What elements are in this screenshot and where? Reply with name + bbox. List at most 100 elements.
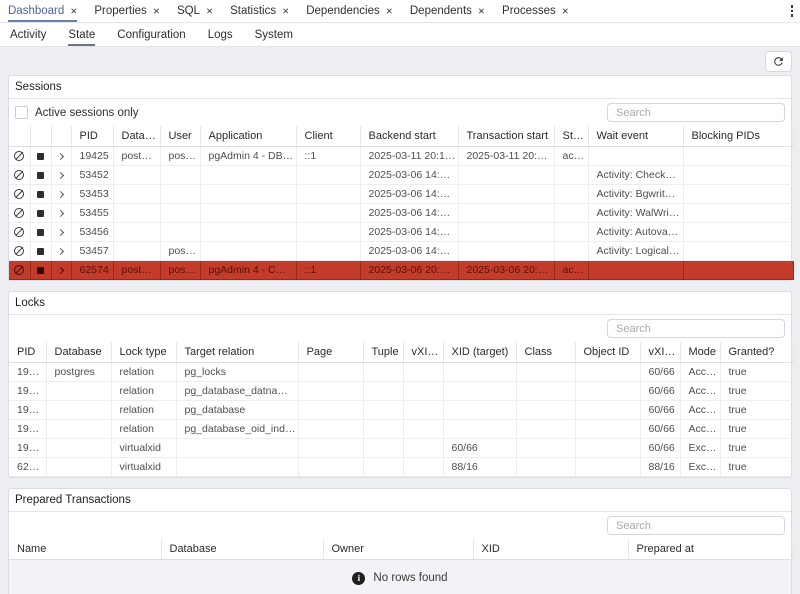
column-header[interactable] (9, 126, 30, 147)
close-icon[interactable]: ✕ (386, 6, 393, 16)
column-header[interactable]: vXID (t... (403, 342, 443, 363)
column-header[interactable]: Database (161, 539, 323, 560)
stop-session-icon[interactable] (37, 210, 44, 217)
stop-session-cell[interactable] (30, 185, 51, 204)
expand-row-icon[interactable] (56, 191, 63, 198)
expand-row-cell[interactable] (51, 185, 71, 204)
column-header[interactable]: Name (9, 539, 161, 560)
column-header[interactable]: Database (46, 342, 111, 363)
column-header[interactable]: Wait event (588, 126, 683, 147)
stop-session-cell[interactable] (30, 223, 51, 242)
column-header[interactable]: Backend start (360, 126, 458, 147)
subtab-system[interactable]: System (255, 23, 293, 46)
subtab-activity[interactable]: Activity (10, 23, 46, 46)
stop-session-icon[interactable] (37, 267, 44, 274)
cancel-session-icon[interactable] (14, 170, 24, 180)
column-header[interactable]: Prepared at (628, 539, 793, 560)
cancel-session-cell[interactable] (9, 223, 30, 242)
expand-row-cell[interactable] (51, 261, 71, 280)
column-header[interactable]: vXID (... (640, 342, 680, 363)
cell: 53457 (71, 242, 113, 261)
subtab-state[interactable]: State (68, 23, 95, 46)
cancel-session-icon[interactable] (14, 265, 24, 275)
column-header[interactable]: Page (298, 342, 363, 363)
tab-dashboard[interactable]: Dashboard ✕ (8, 0, 77, 22)
stop-session-cell[interactable] (30, 261, 51, 280)
column-header[interactable]: Granted? (720, 342, 793, 363)
active-sessions-checkbox[interactable] (15, 106, 28, 119)
expand-row-cell[interactable] (51, 204, 71, 223)
stop-session-icon[interactable] (37, 248, 44, 255)
stop-session-cell[interactable] (30, 204, 51, 223)
column-header[interactable]: Tuple (363, 342, 403, 363)
expand-row-icon[interactable] (56, 210, 63, 217)
column-header[interactable]: XID (473, 539, 628, 560)
column-header[interactable]: Database (113, 126, 160, 147)
kebab-menu-icon[interactable] (791, 5, 794, 17)
cancel-session-icon[interactable] (14, 189, 24, 199)
column-header[interactable] (30, 126, 51, 147)
expand-row-icon[interactable] (56, 267, 63, 274)
expand-row-cell[interactable] (51, 242, 71, 261)
close-icon[interactable]: ✕ (562, 6, 569, 16)
column-header[interactable]: Lock type (111, 342, 176, 363)
cancel-session-cell[interactable] (9, 185, 30, 204)
sessions-search-input[interactable] (607, 103, 785, 122)
expand-row-icon[interactable] (56, 153, 63, 160)
close-icon[interactable]: ✕ (153, 6, 160, 16)
prepared-search-input[interactable] (607, 516, 785, 535)
tab-sql[interactable]: SQL ✕ (177, 0, 213, 22)
column-header[interactable]: Transaction start (458, 126, 554, 147)
tab-dependents[interactable]: Dependents ✕ (410, 0, 485, 22)
expand-row-icon[interactable] (56, 172, 63, 179)
stop-session-icon[interactable] (37, 153, 44, 160)
column-header[interactable]: Application (200, 126, 296, 147)
expand-row-icon[interactable] (56, 229, 63, 236)
cancel-session-cell[interactable] (9, 242, 30, 261)
close-icon[interactable]: ✕ (70, 6, 77, 16)
close-icon[interactable]: ✕ (282, 6, 289, 16)
tab-processes[interactable]: Processes ✕ (502, 0, 569, 22)
cancel-session-cell[interactable] (9, 204, 30, 223)
column-header[interactable]: State (554, 126, 588, 147)
cancel-session-icon[interactable] (14, 227, 24, 237)
column-header[interactable]: PID (9, 342, 46, 363)
cancel-session-cell[interactable] (9, 166, 30, 185)
tab-properties[interactable]: Properties ✕ (94, 0, 160, 22)
column-header[interactable]: Blocking PIDs (683, 126, 793, 147)
cancel-session-cell[interactable] (9, 147, 30, 166)
close-icon[interactable]: ✕ (478, 6, 485, 16)
stop-session-cell[interactable] (30, 242, 51, 261)
column-header[interactable]: Owner (323, 539, 473, 560)
column-header[interactable]: XID (target) (443, 342, 516, 363)
expand-row-cell[interactable] (51, 147, 71, 166)
stop-session-cell[interactable] (30, 166, 51, 185)
cancel-session-icon[interactable] (14, 208, 24, 218)
cancel-session-cell[interactable] (9, 261, 30, 280)
column-header[interactable]: Target relation (176, 342, 298, 363)
expand-row-cell[interactable] (51, 223, 71, 242)
column-header[interactable]: Mode (680, 342, 720, 363)
subtab-configuration[interactable]: Configuration (117, 23, 185, 46)
tab-statistics[interactable]: Statistics ✕ (230, 0, 289, 22)
column-header[interactable]: Object ID (575, 342, 640, 363)
refresh-button[interactable] (765, 51, 792, 72)
locks-search-input[interactable] (607, 319, 785, 338)
stop-session-icon[interactable] (37, 191, 44, 198)
column-header[interactable] (51, 126, 71, 147)
cancel-session-icon[interactable] (14, 151, 24, 161)
column-header[interactable]: Client (296, 126, 360, 147)
stop-session-icon[interactable] (37, 229, 44, 236)
column-header[interactable]: Class (516, 342, 575, 363)
expand-row-cell[interactable] (51, 166, 71, 185)
expand-row-icon[interactable] (56, 248, 63, 255)
close-icon[interactable]: ✕ (206, 6, 213, 16)
column-header[interactable]: User (160, 126, 200, 147)
tab-dependencies[interactable]: Dependencies ✕ (306, 0, 393, 22)
stop-session-icon[interactable] (37, 172, 44, 179)
column-header[interactable]: PID (71, 126, 113, 147)
subtab-logs[interactable]: Logs (208, 23, 233, 46)
cancel-session-icon[interactable] (14, 246, 24, 256)
cell (458, 166, 554, 185)
stop-session-cell[interactable] (30, 147, 51, 166)
